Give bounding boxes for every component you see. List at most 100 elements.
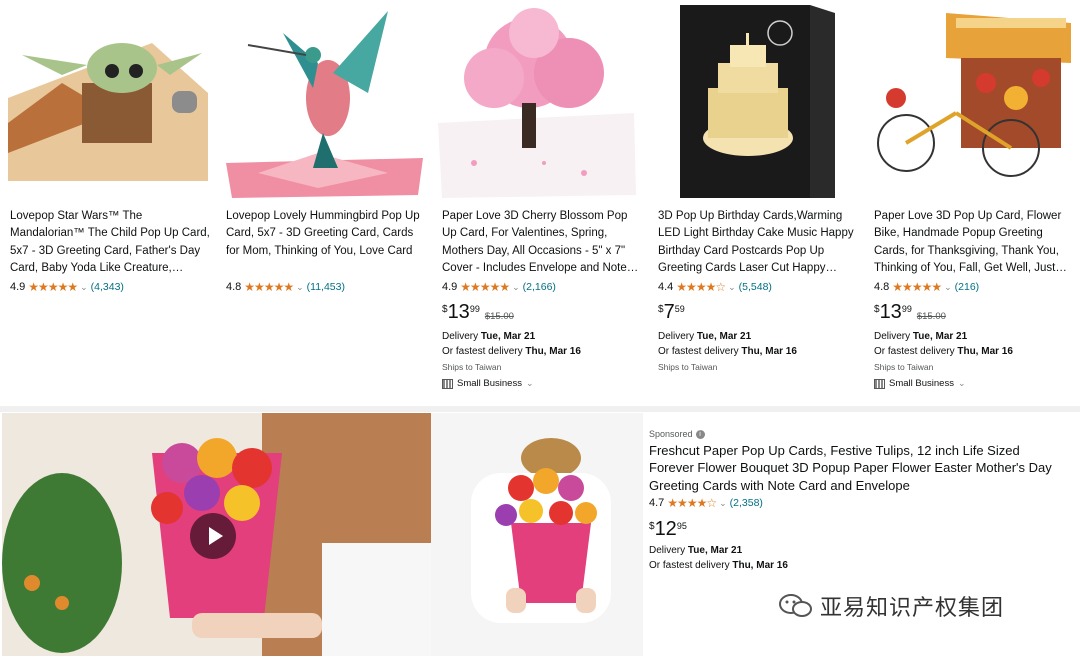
fastest-label: Or fastest delivery (442, 346, 526, 357)
small-business-badge[interactable]: Small Business ⌄ (874, 378, 966, 389)
product-rating[interactable]: 4.8 ★★★★★ ⌄ (216) (874, 280, 979, 294)
product-title[interactable]: Freshcut Paper Pop Up Cards, Festive Tul… (649, 442, 1067, 494)
fastest-date: Thu, Mar 16 (525, 346, 581, 357)
product-rating[interactable]: 4.8 ★★★★★ ⌄ (11,453) (226, 280, 345, 294)
star-rating-icon: ★★★★☆ (676, 280, 726, 294)
product-price[interactable]: $ 12 95 (649, 518, 687, 540)
store-icon (442, 378, 453, 389)
chevron-down-icon[interactable]: ⌄ (80, 282, 88, 293)
sponsored-label[interactable]: Sponsored i (649, 429, 705, 439)
rating-value: 4.4 (658, 281, 674, 293)
fastest-delivery-info: Or fastest delivery Thu, Mar 16 (874, 346, 1013, 357)
store-icon (874, 378, 885, 389)
product-grid: Lovepop Star Wars™ The Mandalorian™ The … (0, 0, 1080, 404)
product-title[interactable]: Paper Love 3D Pop Up Card, Flower Bike, … (874, 208, 1074, 278)
star-rating-icon: ★★★★★ (244, 280, 294, 294)
sponsored-text: Sponsored (649, 429, 693, 439)
review-count[interactable]: (216) (955, 281, 980, 293)
price-whole: 12 (654, 518, 677, 540)
delivery-label: Delivery (658, 331, 697, 342)
product-rating[interactable]: 4.9 ★★★★★ ⌄ (2,166) (442, 280, 556, 294)
fastest-label: Or fastest delivery (649, 560, 733, 571)
price-fraction: 59 (674, 304, 685, 314)
chevron-down-icon[interactable]: ⌄ (512, 282, 520, 293)
rating-value: 4.9 (442, 281, 458, 293)
delivery-info: Delivery Tue, Mar 21 (442, 331, 535, 342)
delivery-date: Tue, Mar 21 (687, 545, 743, 556)
product-title[interactable]: Paper Love 3D Cherry Blossom Pop Up Card… (442, 208, 642, 278)
price-fraction: 95 (676, 521, 687, 531)
fastest-date: Thu, Mar 16 (732, 560, 788, 571)
info-icon[interactable]: i (695, 429, 705, 439)
sponsored-product-image[interactable] (431, 413, 643, 656)
delivery-label: Delivery (442, 331, 481, 342)
chevron-down-icon: ⌄ (957, 378, 966, 388)
rating-value: 4.8 (226, 281, 242, 293)
baby-yoda-popup-card-icon (2, 3, 214, 201)
product-image[interactable] (2, 3, 214, 201)
delivery-date: Tue, Mar 21 (480, 331, 536, 342)
fastest-date: Thu, Mar 16 (957, 346, 1013, 357)
review-count[interactable]: (5,548) (739, 281, 772, 293)
fastest-delivery-info: Or fastest delivery Thu, Mar 16 (649, 560, 788, 571)
product-card[interactable]: Paper Love 3D Pop Up Card, Flower Bike, … (866, 0, 1078, 404)
product-image[interactable] (650, 3, 862, 201)
product-image[interactable] (434, 3, 646, 201)
product-price[interactable]: $ 7 59 (658, 301, 685, 323)
ships-to: Ships to Taiwan (442, 362, 502, 372)
review-count[interactable]: (2,358) (730, 497, 763, 509)
delivery-label: Delivery (874, 331, 913, 342)
product-card[interactable]: Lovepop Lovely Hummingbird Pop Up Card, … (218, 0, 430, 404)
chevron-down-icon[interactable]: ⌄ (728, 282, 736, 293)
ships-to: Ships to Taiwan (874, 362, 934, 372)
delivery-info: Delivery Tue, Mar 21 (658, 331, 751, 342)
section-divider (0, 406, 1080, 412)
chevron-down-icon[interactable]: ⌄ (944, 282, 952, 293)
delivery-info: Delivery Tue, Mar 21 (649, 545, 742, 556)
delivery-label: Delivery (649, 545, 688, 556)
cherry-blossom-popup-card-icon (434, 3, 646, 201)
flower-bike-popup-card-icon (866, 3, 1078, 201)
product-rating[interactable]: 4.4 ★★★★☆ ⌄ (5,548) (658, 280, 772, 294)
star-rating-icon: ★★★★★ (892, 280, 942, 294)
list-price: $15.00 (916, 311, 946, 322)
small-business-badge[interactable]: Small Business ⌄ (442, 378, 534, 389)
review-count[interactable]: (4,343) (91, 281, 124, 293)
product-image[interactable] (866, 3, 1078, 201)
list-price: $15.00 (484, 311, 514, 322)
product-title[interactable]: 3D Pop Up Birthday Cards,Warming LED Lig… (658, 208, 858, 278)
price-fraction: 99 (469, 304, 480, 314)
play-icon[interactable] (190, 513, 236, 559)
star-rating-icon: ★★★★★ (28, 280, 78, 294)
product-title[interactable]: Lovepop Lovely Hummingbird Pop Up Card, … (226, 208, 426, 260)
rating-value: 4.8 (874, 281, 890, 293)
price-fraction: 99 (901, 304, 912, 314)
star-rating-icon: ★★★★★ (460, 280, 510, 294)
chevron-down-icon: ⌄ (525, 378, 534, 388)
star-rating-icon: ★★★★☆ (667, 496, 717, 510)
hummingbird-popup-card-icon (218, 3, 430, 201)
review-count[interactable]: (11,453) (307, 281, 345, 293)
delivery-date: Tue, Mar 21 (696, 331, 752, 342)
fastest-label: Or fastest delivery (658, 346, 742, 357)
product-title[interactable]: Lovepop Star Wars™ The Mandalorian™ The … (10, 208, 210, 278)
tulip-bouquet-card-icon (431, 413, 643, 656)
product-price[interactable]: $ 13 99 $15.00 (874, 301, 946, 323)
chevron-down-icon[interactable]: ⌄ (296, 282, 304, 293)
chevron-down-icon[interactable]: ⌄ (719, 498, 727, 509)
product-card[interactable]: 3D Pop Up Birthday Cards,Warming LED Lig… (650, 0, 862, 404)
product-rating[interactable]: 4.7 ★★★★☆ ⌄ (2,358) (649, 496, 763, 510)
rating-value: 4.9 (10, 281, 26, 293)
review-count[interactable]: (2,166) (523, 281, 556, 293)
product-card[interactable]: Lovepop Star Wars™ The Mandalorian™ The … (2, 0, 214, 404)
watermark-text: 亚易知识产权集团 (820, 596, 1005, 621)
delivery-date: Tue, Mar 21 (912, 331, 968, 342)
product-card[interactable]: Paper Love 3D Cherry Blossom Pop Up Card… (434, 0, 646, 404)
product-price[interactable]: $ 13 99 $15.00 (442, 301, 514, 323)
fastest-delivery-info: Or fastest delivery Thu, Mar 16 (658, 346, 797, 357)
ships-to: Ships to Taiwan (658, 362, 718, 372)
sponsored-video[interactable] (2, 413, 431, 656)
product-image[interactable] (218, 3, 430, 201)
product-rating[interactable]: 4.9 ★★★★★ ⌄ (4,343) (10, 280, 124, 294)
fastest-label: Or fastest delivery (874, 346, 958, 357)
